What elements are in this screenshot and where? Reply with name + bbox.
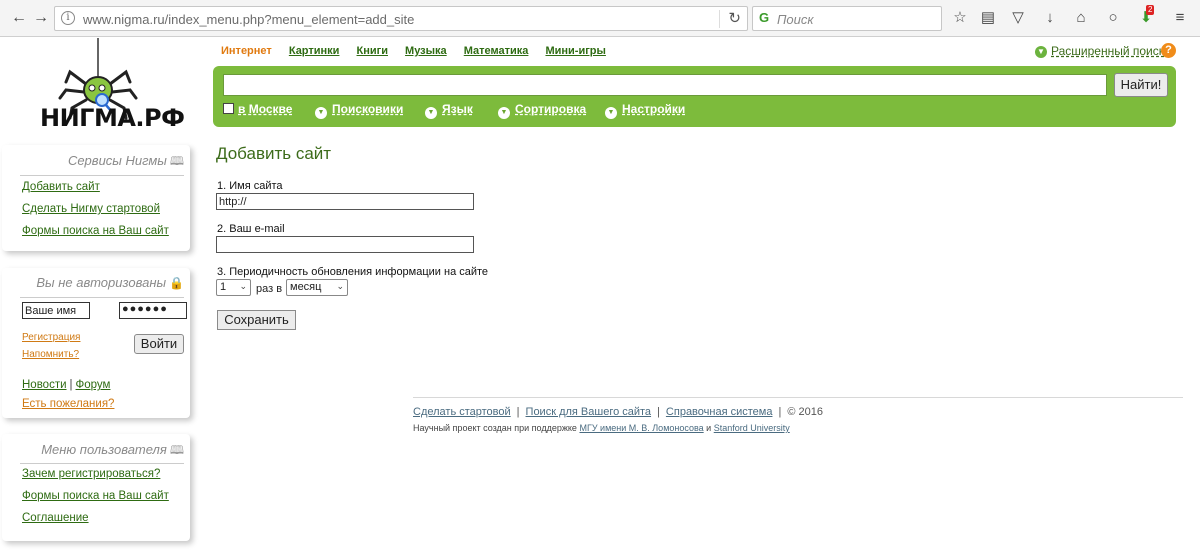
help-system-footer-link[interactable]: Справочная система — [666, 406, 773, 418]
chevron-down-icon: ⌄ — [239, 281, 247, 291]
login-button[interactable]: Войти — [134, 334, 184, 354]
make-start-page-link[interactable]: Сделать Нигму стартовой — [22, 203, 160, 215]
news-link[interactable]: Новости — [22, 379, 67, 391]
make-start-footer-link[interactable]: Сделать стартовой — [413, 406, 511, 418]
url-text: www.nigma.ru/index_menu.php?menu_element… — [83, 12, 415, 27]
pocket-icon[interactable]: ▽ — [1008, 8, 1028, 28]
advanced-search-link[interactable]: ▼ Расширенный поиск — [1035, 44, 1164, 58]
page-title: Добавить сайт — [216, 144, 332, 163]
forward-arrow-icon[interactable]: → — [32, 9, 50, 27]
divider — [20, 175, 184, 176]
tab-images[interactable]: Картинки — [289, 45, 340, 57]
download-icon[interactable]: ↓ — [1040, 8, 1060, 28]
footer-credits: Научный проект создан при поддержке МГУ … — [413, 423, 790, 433]
add-site-link[interactable]: Добавить сайт — [22, 181, 100, 193]
email-input[interactable] — [216, 236, 474, 253]
tab-music[interactable]: Музыка — [405, 45, 447, 57]
news-forum-links: Новости | Форум — [22, 379, 111, 391]
browser-search-input[interactable]: G Поиск — [752, 6, 942, 31]
search-engines-dropdown[interactable]: ▼ Поисковики — [315, 102, 403, 119]
user-menu-title: Меню пользователя 🕮 — [41, 442, 184, 457]
chevron-down-icon: ▼ — [1035, 45, 1047, 58]
home-icon[interactable]: ⌂ — [1071, 8, 1091, 28]
address-bar[interactable]: i www.nigma.ru/index_menu.php?menu_eleme… — [54, 6, 748, 31]
search-engine-icon[interactable]: G — [759, 10, 769, 25]
tab-internet[interactable]: Интернет — [221, 45, 272, 57]
frequency-count-select[interactable]: 1 ⌄ — [216, 279, 251, 296]
book-icon: 🕮 — [169, 154, 184, 168]
login-panel: Вы не авторизованы🔒 ●●●●●● Регистрация Н… — [2, 268, 190, 418]
why-register-link[interactable]: Зачем регистрироваться? — [22, 468, 160, 480]
help-icon[interactable]: ? — [1161, 43, 1176, 58]
divider — [20, 297, 184, 298]
site-name-input[interactable] — [216, 193, 474, 210]
chevron-down-icon: ▼ — [498, 107, 510, 119]
frequency-count-value: 1 — [220, 281, 227, 293]
register-link[interactable]: Регистрация — [22, 332, 80, 343]
save-button[interactable]: Сохранить — [217, 310, 296, 330]
addon-download-icon[interactable]: ⬇ 2 — [1136, 5, 1156, 28]
footer-divider — [413, 397, 1183, 398]
vertical-tabs: Интернет Картинки Книги Музыка Математик… — [221, 45, 620, 57]
services-panel: Сервисы Нигмы 🕮 Добавить сайт Сделать Ниг… — [2, 145, 190, 251]
site-info-icon[interactable]: i — [61, 11, 75, 25]
book-icon: 🕮 — [169, 443, 184, 457]
frequency-label: 3. Периодичность обновления информации н… — [217, 266, 489, 278]
forum-link[interactable]: Форум — [76, 379, 111, 391]
back-arrow-icon[interactable]: ← — [10, 9, 28, 27]
site-name-label: 1. Имя сайта — [217, 180, 283, 192]
addon-badge: 2 — [1146, 5, 1155, 15]
services-title: Сервисы Нигмы 🕮 — [67, 153, 184, 168]
menu-icon[interactable]: ≡ — [1170, 8, 1190, 28]
search-forms-link[interactable]: Формы поиска на Ваш сайт — [22, 225, 169, 237]
frequency-period-select[interactable]: месяц ⌄ — [286, 279, 348, 296]
and-text: и — [706, 423, 712, 433]
find-button[interactable]: Найти! — [1114, 73, 1168, 97]
search-forms-link[interactable]: Формы поиска на Ваш сайт — [22, 490, 169, 502]
wishes-link[interactable]: Есть пожелания? — [22, 398, 114, 410]
site-search-footer-link[interactable]: Поиск для Вашего сайта — [526, 406, 652, 418]
lock-icon: 🔒 — [169, 276, 184, 290]
tab-math[interactable]: Математика — [464, 45, 529, 57]
chevron-down-icon: ⌄ — [336, 281, 344, 291]
in-moscow-checkbox[interactable]: в Москве — [223, 102, 292, 116]
divider — [20, 463, 184, 464]
msu-link[interactable]: МГУ имени М. В. Ломоносова — [579, 423, 703, 433]
footer-links: Сделать стартовой | Поиск для Вашего сайта… — [413, 406, 823, 418]
chat-icon[interactable]: ○ — [1103, 8, 1123, 28]
language-dropdown[interactable]: ▼ Язык — [425, 102, 473, 119]
password-input[interactable]: ●●●●●● — [119, 302, 187, 319]
copyright: © 2016 — [787, 406, 823, 418]
project-text: Научный проект создан при поддержке — [413, 423, 577, 433]
frequency-period-value: месяц — [290, 281, 322, 293]
site-logo[interactable]: НИГМА.РФ — [30, 38, 185, 136]
sorting-dropdown[interactable]: ▼ Сортировка — [498, 102, 586, 119]
reading-list-icon[interactable]: ▤ — [978, 8, 998, 28]
reload-icon[interactable]: ↻ — [719, 10, 741, 28]
email-label: 2. Ваш e-mail — [217, 223, 285, 235]
logo-text: НИГМА.РФ — [40, 104, 185, 132]
browser-search-placeholder: Поиск — [777, 12, 814, 27]
settings-dropdown[interactable]: ▼ Настройки — [605, 102, 685, 119]
tab-mini-games[interactable]: Мини-игры — [545, 45, 605, 57]
chevron-down-icon: ▼ — [605, 107, 617, 119]
login-title: Вы не авторизованы 🔒 — [36, 275, 184, 290]
browser-toolbar: ← → i www.nigma.ru/index_menu.php?menu_e… — [0, 0, 1200, 37]
search-panel: Найти! в Москве ▼ Поисковики ▼ Язык ▼ Сорти… — [213, 66, 1176, 127]
username-input[interactable] — [22, 302, 90, 319]
checkbox-icon — [223, 103, 234, 114]
search-input[interactable] — [223, 74, 1107, 96]
stanford-link[interactable]: Stanford University — [714, 423, 790, 433]
chevron-down-icon: ▼ — [425, 107, 437, 119]
bookmark-star-icon[interactable]: ☆ — [950, 8, 970, 28]
agreement-link[interactable]: Соглашение — [22, 512, 89, 524]
user-menu-panel: Меню пользователя 🕮 Зачем регистрироватьс… — [2, 434, 190, 541]
tab-books[interactable]: Книги — [357, 45, 388, 57]
chevron-down-icon: ▼ — [315, 107, 327, 119]
frequency-text: раз в — [256, 283, 283, 295]
remind-password-link[interactable]: Напомнить? — [22, 349, 79, 360]
